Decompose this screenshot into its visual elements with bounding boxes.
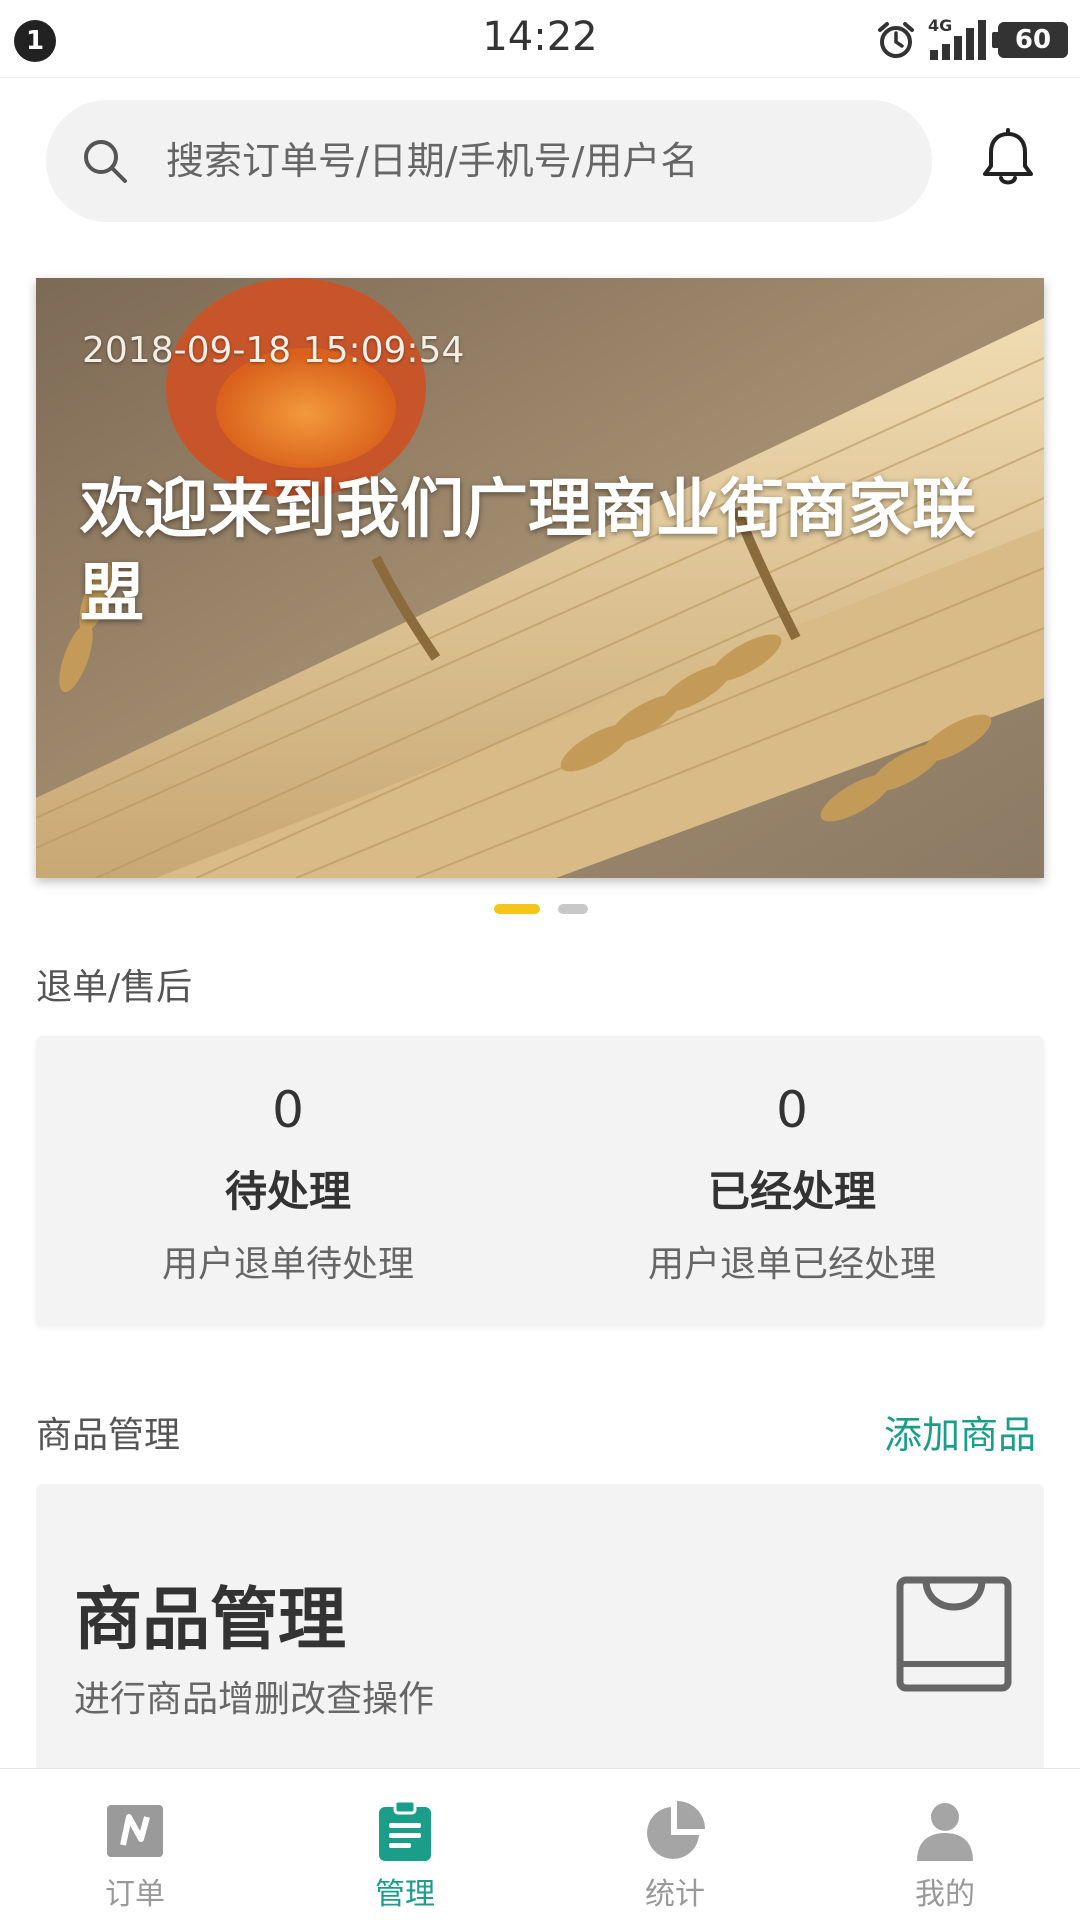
bell-icon[interactable] <box>978 128 1038 192</box>
manage-clipboard-icon <box>379 1799 431 1861</box>
goods-card-title: 商品管理 <box>74 1581 347 1660</box>
goods-management-card[interactable]: 商品管理 进行商品增删改查操作 <box>36 1484 1044 1784</box>
alarm-clock-icon <box>878 22 914 58</box>
refund-processed[interactable]: 0 已经处理 用户退单已经处理 <box>540 1036 1044 1326</box>
nav-item-stats[interactable]: 统计 <box>540 1769 810 1920</box>
banner-date: 2018-09-18 15:09:54 <box>82 330 465 371</box>
banner-pagination <box>494 904 588 914</box>
pending-label: 待处理 <box>224 1167 351 1216</box>
pie-chart-icon <box>647 1801 705 1859</box>
search-icon <box>84 140 127 183</box>
nav-label-orders: 订单 <box>105 1877 165 1912</box>
refund-section-title: 退单/售后 <box>36 967 193 1008</box>
pending-count: 0 <box>272 1081 304 1139</box>
nav-label-manage: 管理 <box>375 1877 435 1912</box>
search-input[interactable] <box>166 139 866 183</box>
signal-bars-icon <box>930 20 986 60</box>
refund-summary-card: 0 待处理 用户退单待处理 0 已经处理 用户退单已经处理 <box>36 1036 1044 1326</box>
processed-label: 已经处理 <box>707 1167 876 1216</box>
shopping-bag-icon <box>896 1576 1012 1692</box>
goods-section-title: 商品管理 <box>36 1415 181 1456</box>
promo-banner[interactable]: 2018-09-18 15:09:54 欢迎来到我们广理商业街商家联盟 <box>36 278 1044 878</box>
refund-pending[interactable]: 0 待处理 用户退单待处理 <box>36 1036 540 1326</box>
processed-count: 0 <box>776 1081 808 1139</box>
pending-desc: 用户退单待处理 <box>161 1244 414 1285</box>
bottom-nav: 订单 管理 统计 我的 <box>0 1768 1080 1920</box>
signal-indicator: 4G <box>928 16 986 60</box>
goods-card-desc: 进行商品增删改查操作 <box>74 1679 435 1720</box>
nav-label-mine: 我的 <box>915 1877 975 1912</box>
nav-item-mine[interactable]: 我的 <box>810 1769 1080 1920</box>
user-icon <box>917 1803 973 1861</box>
orders-icon <box>107 1805 163 1857</box>
banner-title: 欢迎来到我们广理商业街商家联盟 <box>80 473 976 631</box>
add-goods-link[interactable]: 添加商品 <box>884 1404 1036 1459</box>
pagination-dot-active[interactable] <box>494 904 540 914</box>
app-screen: 1 14:22 4G 60 搜索订单号/日期/手机号/用户名 2018-09-1… <box>0 0 1080 1920</box>
nav-item-manage[interactable]: 管理 <box>270 1769 540 1920</box>
search-bar[interactable] <box>46 100 932 222</box>
nav-item-orders[interactable]: 订单 <box>0 1769 270 1920</box>
nav-label-stats: 统计 <box>645 1877 705 1912</box>
processed-desc: 用户退单已经处理 <box>647 1244 936 1285</box>
status-bar: 1 14:22 4G 60 <box>0 0 1080 78</box>
pagination-dot[interactable] <box>558 904 588 914</box>
status-indicators: 4G 60 <box>876 16 1068 62</box>
battery-level: 60 <box>992 22 1068 58</box>
